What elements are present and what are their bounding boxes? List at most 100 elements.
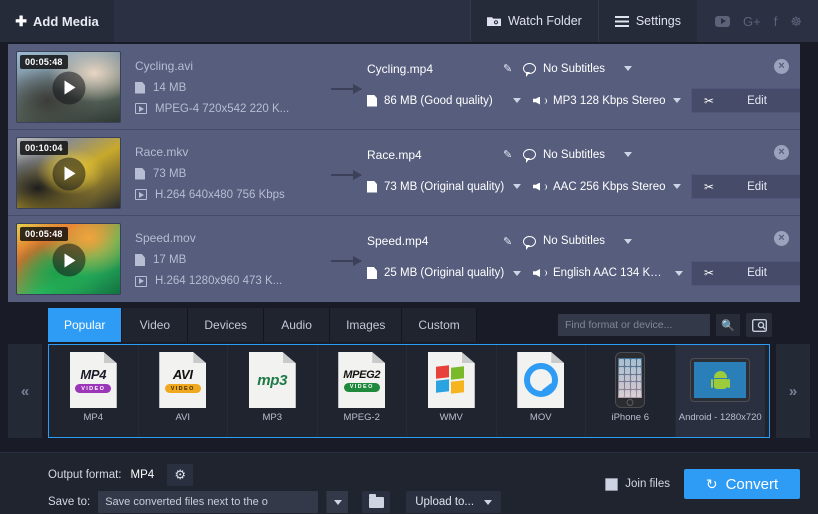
table-row[interactable]: 00:10:04 Race.mkv 73 MB H.264 640x480 75… [8, 130, 800, 216]
rename-pencil-icon[interactable]: ✎ [503, 62, 523, 75]
table-row[interactable]: 00:05:48 Speed.mov 17 MB H.264 1280x960 … [8, 216, 800, 302]
tab-video[interactable]: Video [122, 308, 189, 342]
subtitles-selector[interactable]: No Subtitles [523, 62, 633, 77]
settings-button[interactable]: Settings [597, 0, 697, 42]
chevron-down-icon[interactable] [513, 270, 521, 276]
video-thumbnail[interactable]: 00:10:04 [16, 136, 121, 209]
join-files-checkbox[interactable]: Join files [605, 477, 670, 491]
conversion-arrow [325, 256, 367, 266]
detect-device-icon[interactable] [746, 313, 772, 337]
format-card-iphone6[interactable]: iPhone 6 [586, 345, 676, 437]
source-filename: Race.mkv [135, 144, 189, 159]
edit-button[interactable]: ✂ Edit [691, 260, 800, 286]
bottom-bar: Output format: MP4 ⚙ Save to: Save conve… [0, 452, 818, 514]
tab-images[interactable]: Images [330, 308, 403, 342]
source-video-line: H.264 1280x960 473 K... [135, 275, 325, 287]
format-carousel: MP4 VIDEO MP4 AVI VIDEO AVI mp3 MP3 MPEG… [48, 344, 770, 438]
watch-folder-label: Watch Folder [507, 14, 582, 28]
subtitles-selector[interactable]: No Subtitles [523, 235, 633, 250]
source-info: Speed.mov 17 MB H.264 1280x960 473 K... [135, 231, 325, 287]
watch-folder-button[interactable]: Watch Folder [469, 0, 598, 42]
subtitles-selector[interactable]: No Subtitles [523, 149, 633, 163]
format-card-mpeg2[interactable]: MPEG2 VIDEO MPEG-2 [317, 345, 407, 437]
refresh-icon: ↻ [705, 475, 718, 492]
audio-selector[interactable]: MP3 128 Kbps Stereo [533, 95, 683, 107]
format-card-mp3[interactable]: mp3 MP3 [228, 345, 318, 437]
facebook-icon[interactable]: f [774, 15, 778, 28]
chevron-down-icon[interactable] [513, 98, 521, 103]
format-card-mp4[interactable]: MP4 VIDEO MP4 [49, 345, 139, 437]
document-icon [367, 94, 377, 107]
checkbox-box[interactable] [605, 477, 619, 491]
chevron-down-icon[interactable] [624, 238, 633, 244]
chevron-down-icon[interactable] [513, 184, 521, 189]
chevron-down-icon[interactable] [675, 270, 683, 276]
convert-button[interactable]: ↻ Convert [684, 469, 800, 499]
join-files-label: Join files [625, 478, 670, 490]
tab-devices[interactable]: Devices [188, 308, 265, 342]
play-icon[interactable] [52, 243, 85, 277]
speaker-icon [533, 181, 547, 193]
chevron-left-double-icon[interactable]: « [8, 344, 42, 438]
output-format-label: Output format: [48, 469, 122, 481]
remove-file-button[interactable]: × [774, 145, 789, 160]
gear-icon[interactable]: ⚙ [167, 464, 194, 486]
magnifier-icon[interactable]: 🔍 [716, 314, 740, 336]
video-thumbnail[interactable]: 00:05:48 [16, 223, 121, 295]
edit-button[interactable]: ✂ Edit [691, 174, 800, 199]
format-label: MP3 [262, 412, 283, 423]
mp4-badge-text: MP4 [80, 367, 107, 382]
table-row[interactable]: 00:05:48 Cycling.avi 14 MB MPEG-4 720x54… [8, 44, 800, 130]
edit-label: Edit [747, 267, 767, 279]
movavi-icon[interactable]: ☸ [790, 15, 802, 28]
source-size-line: 17 MB [135, 254, 325, 266]
chevron-down-icon[interactable] [672, 98, 681, 103]
format-card-mov[interactable]: MOV [496, 345, 586, 437]
chevron-down-icon[interactable] [326, 491, 349, 513]
source-video-info: H.264 1280x960 473 K... [155, 275, 283, 287]
subtitles-label: No Subtitles [543, 235, 606, 247]
audio-selector[interactable]: AAC 256 Kbps Stereo [533, 181, 683, 193]
target-size-label: 25 MB (Original quality) [384, 267, 505, 279]
remove-file-button[interactable]: × [774, 231, 789, 246]
chevron-down-icon[interactable] [672, 184, 681, 189]
wmv-file-icon [421, 351, 481, 409]
format-label: MPEG-2 [343, 412, 380, 423]
upload-to-button[interactable]: Upload to... [406, 491, 502, 513]
play-icon[interactable] [52, 157, 85, 191]
avi-ribbon: VIDEO [164, 384, 201, 393]
format-card-android[interactable]: Android - 1280x720 [675, 345, 765, 437]
remove-file-button[interactable]: × [774, 59, 789, 74]
folder-icon[interactable] [362, 491, 391, 513]
subtitles-icon [523, 149, 536, 163]
youtube-icon[interactable] [715, 15, 730, 27]
chevron-down-icon[interactable] [624, 152, 633, 157]
format-card-wmv[interactable]: WMV [407, 345, 497, 437]
search-box[interactable] [558, 314, 710, 336]
save-to-input[interactable]: Save converted files next to the o [98, 491, 319, 513]
format-label: iPhone 6 [611, 412, 649, 423]
chevron-down-icon[interactable] [624, 66, 633, 71]
audio-selector[interactable]: English AAC 134 Kbp... [533, 267, 683, 279]
edit-button[interactable]: ✂ Edit [691, 88, 800, 113]
mpeg2-badge-text: MPEG2 [343, 368, 381, 381]
windows-logo-icon [436, 365, 466, 394]
format-label: Android - 1280x720 [678, 412, 762, 423]
format-card-avi[interactable]: AVI VIDEO AVI [138, 345, 228, 437]
tab-popular[interactable]: Popular [48, 308, 123, 342]
subtitles-label: No Subtitles [543, 62, 606, 75]
tab-custom[interactable]: Custom [402, 308, 477, 342]
chevron-right-double-icon[interactable]: » [776, 344, 810, 438]
tab-audio[interactable]: Audio [264, 308, 331, 342]
target-info: Race.mp4 ✎ No Subtitles 73 MB (Original … [367, 146, 800, 200]
google-plus-icon[interactable]: G+ [743, 15, 761, 28]
video-thumbnail[interactable]: 00:05:48 [16, 50, 121, 123]
rename-pencil-icon[interactable]: ✎ [503, 235, 523, 248]
search-input[interactable] [565, 319, 703, 331]
chevron-down-icon[interactable] [484, 499, 493, 505]
scissors-icon: ✂ [703, 266, 715, 280]
play-icon[interactable] [52, 71, 85, 105]
add-media-button[interactable]: ✚ Add Media [0, 0, 114, 42]
rename-pencil-icon[interactable]: ✎ [503, 148, 523, 161]
